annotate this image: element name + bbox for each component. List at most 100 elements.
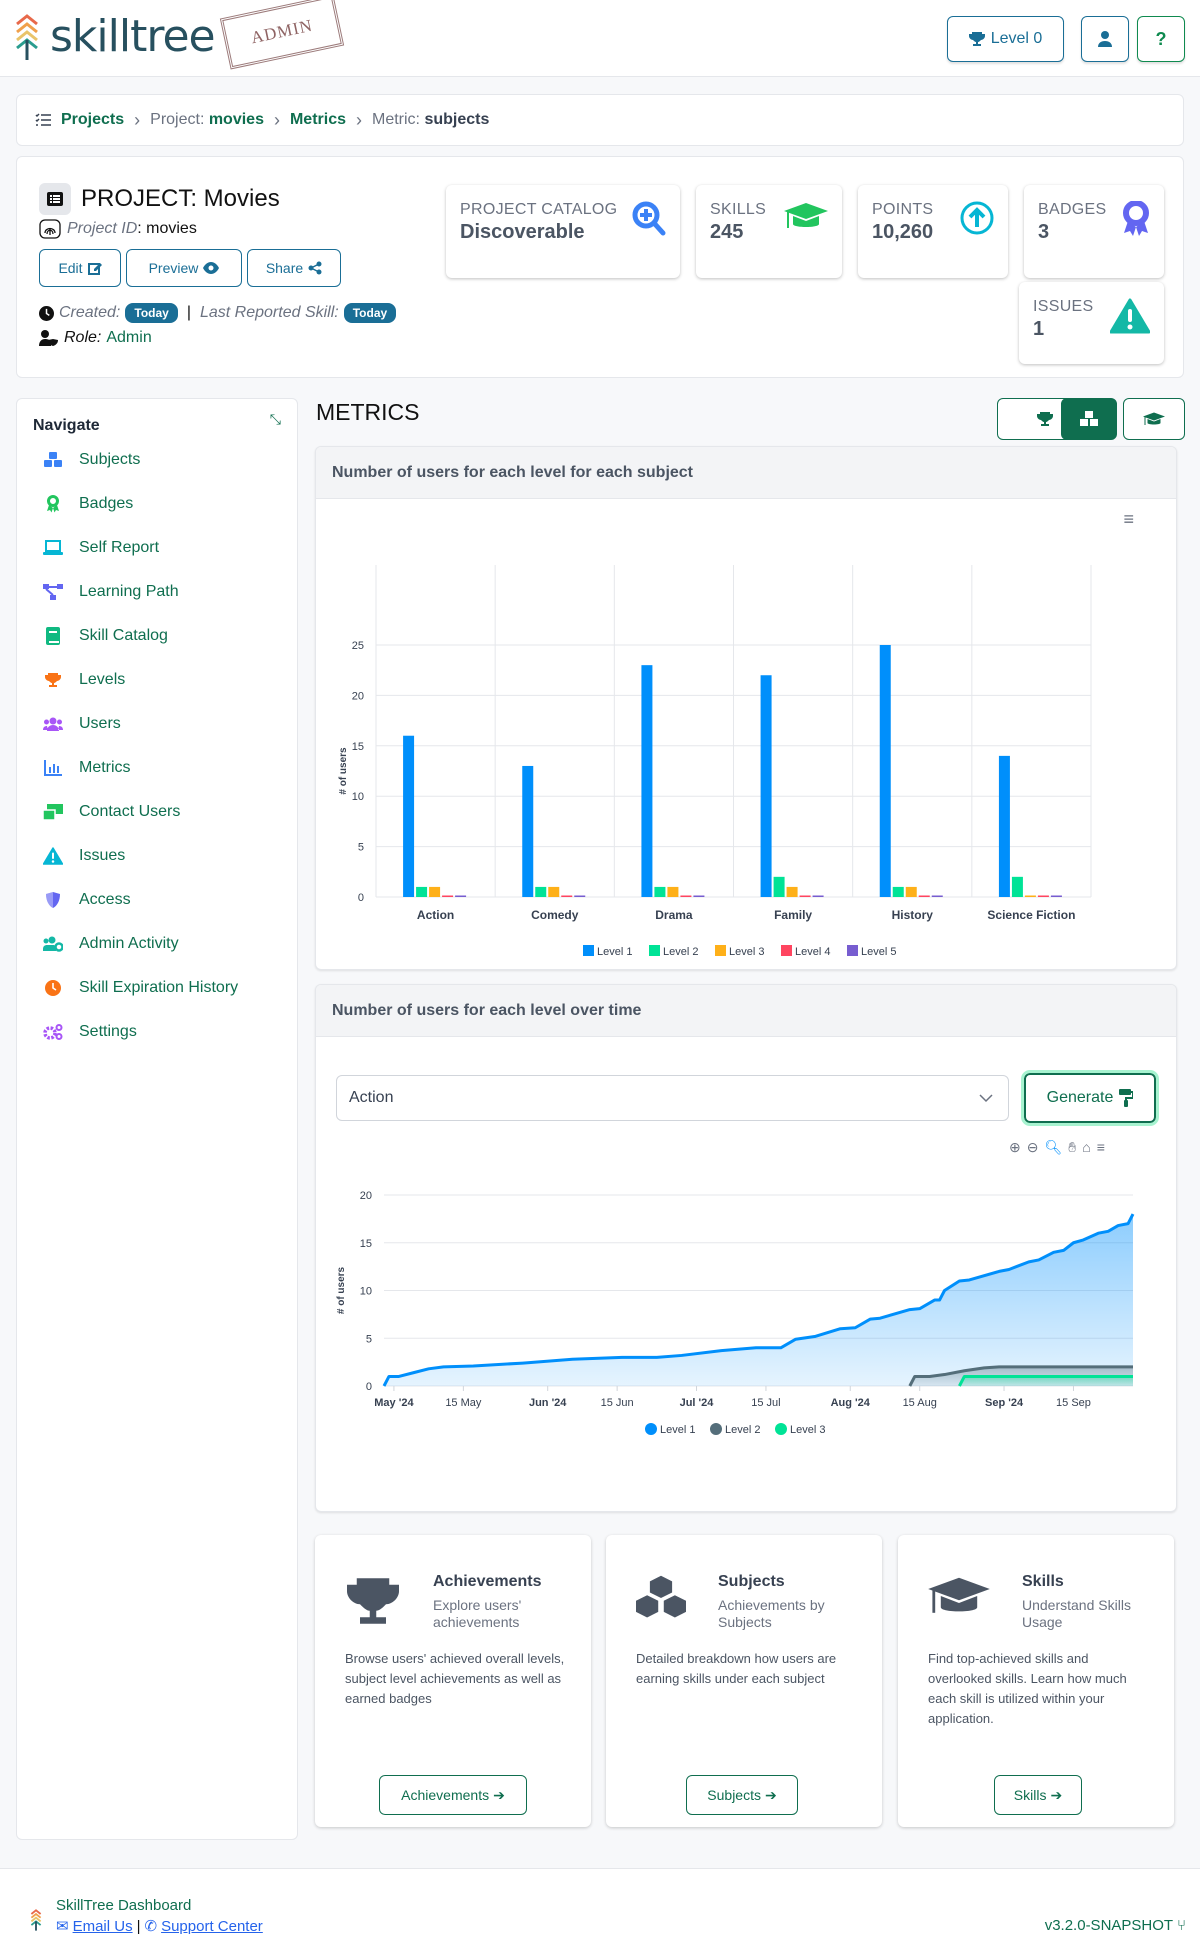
breadcrumb-current: subjects (424, 111, 490, 128)
tab-skills[interactable] (1123, 398, 1185, 440)
tile-subtitle: Explore users' achievements (433, 1597, 522, 1630)
pan-hand-icon[interactable]: ✋︎ (1068, 1139, 1076, 1156)
generate-button[interactable]: Generate (1021, 1070, 1159, 1126)
bar-level-5 (931, 895, 943, 897)
legend-label: Level 3 (790, 1424, 825, 1436)
bar-level-5 (693, 895, 705, 897)
breadcrumb-metrics[interactable]: Metrics (290, 111, 346, 129)
sidebar-item-metrics[interactable]: Metrics (43, 759, 131, 777)
logo-text: skilltree (50, 11, 216, 62)
sidebar-item-access[interactable]: Access (43, 891, 131, 909)
sidebar-item-self-report[interactable]: Self Report (43, 539, 159, 557)
arrow-circle-up-icon (960, 201, 994, 235)
bar-level-1 (998, 755, 1010, 897)
edit-button[interactable]: Edit (39, 249, 121, 287)
sidebar-item-subjects[interactable]: Subjects (43, 451, 140, 469)
list-alt-icon (39, 183, 71, 215)
chart-menu-icon[interactable]: ≡ (1097, 1139, 1105, 1156)
logo[interactable]: skilltree (14, 11, 216, 62)
tile-skills: Skills Understand Skills Usage Find top-ac… (898, 1535, 1174, 1827)
tile-subtitle: Understand Skills Usage (1022, 1597, 1131, 1630)
legend-marker (775, 1423, 787, 1435)
trophy-icon (345, 1575, 401, 1632)
sidebar-item-label: Admin Activity (79, 935, 179, 952)
bar-level-2 (416, 886, 428, 897)
sidebar-item-badges[interactable]: Badges (43, 495, 133, 513)
bar-level-2 (654, 886, 666, 897)
sidebar-item-skill-expiration-history[interactable]: Skill Expiration History (43, 979, 238, 997)
sidebar-item-label: Metrics (79, 759, 131, 776)
chart-icon (43, 760, 63, 776)
x-tick-label: Jun '24 (529, 1397, 567, 1409)
tile-button-subjects[interactable]: Subjects ➔ (686, 1775, 798, 1815)
x-tick-label: Sep '24 (985, 1397, 1024, 1409)
reset-home-icon[interactable]: ⌂ (1082, 1139, 1090, 1156)
cubes-icon (636, 1575, 686, 1626)
breadcrumb-project[interactable]: movies (209, 111, 264, 128)
line-chart-title: Number of users for each level over time (316, 985, 1176, 1037)
sidebar-item-label: Issues (79, 847, 126, 864)
preview-button[interactable]: Preview (126, 249, 242, 287)
user-shield-icon (39, 330, 58, 346)
area-level-1 (384, 1214, 1133, 1386)
created-label: Created: (59, 304, 121, 321)
search-plus-icon (632, 201, 666, 236)
clock-icon (39, 305, 54, 321)
x-tick-label: Jul '24 (680, 1397, 715, 1409)
sidebar-item-users[interactable]: Users (43, 715, 121, 733)
bar-level-4 (442, 895, 454, 897)
breadcrumb-prefix: Metric: (372, 111, 425, 128)
last-reported-badge: Today (343, 303, 397, 323)
bar-level-2 (892, 886, 904, 897)
user-button[interactable] (1081, 16, 1129, 62)
level-label: Level 0 (990, 30, 1043, 47)
sidebar-item-skill-catalog[interactable]: Skill Catalog (43, 627, 168, 645)
sidebar-item-settings[interactable]: Settings (43, 1023, 137, 1041)
y-axis-label: # of users (336, 1266, 347, 1314)
legend-marker (710, 1423, 722, 1435)
sidebar-item-label: Settings (79, 1023, 137, 1040)
zoom-in-icon[interactable]: ⊕ (1009, 1139, 1021, 1156)
x-tick-label: May '24 (374, 1397, 414, 1409)
phone-icon: ✆ (144, 1918, 158, 1935)
subject-select[interactable]: Action (336, 1075, 1009, 1121)
collapse-icon[interactable]: ⤡ (270, 411, 281, 428)
share-button[interactable]: Share (247, 249, 341, 287)
help-button[interactable]: ? (1137, 16, 1185, 62)
code-branch-icon: ⑂ (1176, 1917, 1186, 1934)
y-tick-label: 0 (366, 1381, 372, 1393)
tile-button-skills[interactable]: Skills ➔ (994, 1775, 1082, 1815)
legend-label: Level 3 (729, 946, 764, 958)
tile-description: Find top-achieved skills and overlooked … (928, 1651, 1127, 1726)
level-button[interactable]: Level 0 (947, 16, 1064, 62)
sidebar-item-levels[interactable]: Levels (43, 671, 125, 689)
subject-select-value: Action (349, 1089, 394, 1106)
breadcrumb-projects[interactable]: Projects (61, 111, 124, 129)
graduation-cap-icon (1143, 412, 1165, 425)
tile-description: Detailed breakdown how users are earning… (636, 1651, 837, 1686)
tile-title: Skills (1022, 1573, 1064, 1590)
sidebar-item-admin-activity[interactable]: Admin Activity (43, 935, 179, 953)
bar-level-3 (548, 886, 560, 897)
shield-icon (43, 892, 63, 908)
tab-subjects[interactable] (1061, 398, 1117, 440)
book-icon (43, 627, 63, 645)
email-us-link[interactable]: Email Us (73, 1918, 133, 1935)
zoom-out-icon[interactable]: ⊖ (1027, 1139, 1039, 1156)
selection-zoom-icon[interactable]: 🔍︎ (1044, 1139, 1062, 1156)
legend-label: Level 2 (663, 946, 698, 958)
legend-label: Level 1 (597, 946, 632, 958)
bar-level-5 (455, 895, 467, 897)
bar-level-5 (812, 895, 824, 897)
x-tick-label: History (892, 908, 934, 922)
bar-chart-panel: Number of users for each level for each … (315, 446, 1177, 970)
tile-button-achievements[interactable]: Achievements ➔ (379, 1775, 527, 1815)
sidebar-item-contact-users[interactable]: Contact Users (43, 803, 180, 821)
support-center-link[interactable]: Support Center (161, 1918, 263, 1935)
sidebar-item-label: Levels (79, 671, 126, 688)
line-chart: 0 5 10 15 20 # of users May '24 15 May Jun '24 15… (336, 1190, 1135, 1436)
sidebar-item-learning-path[interactable]: Learning Path (43, 583, 179, 601)
version: v3.2.0-SNAPSHOT ⑂ (1045, 1917, 1186, 1934)
sidebar-item-issues[interactable]: Issues (43, 847, 125, 865)
generate-label: Generate (1046, 1089, 1114, 1106)
